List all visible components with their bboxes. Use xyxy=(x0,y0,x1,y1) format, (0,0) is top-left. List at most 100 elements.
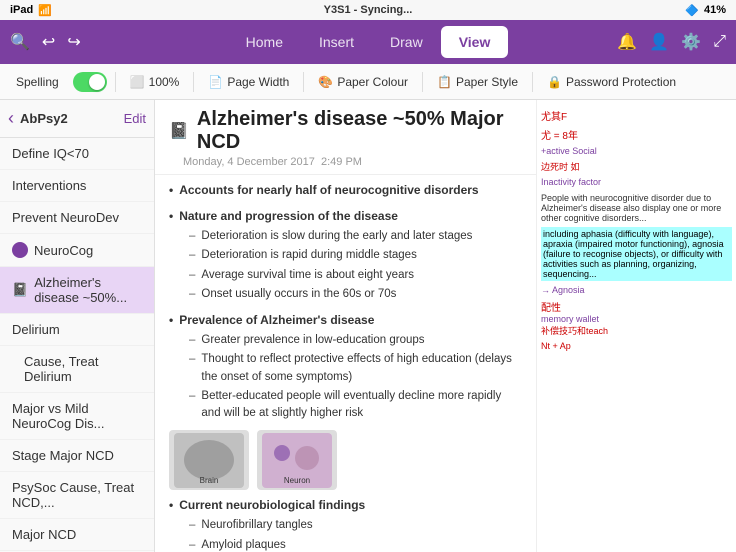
section-3-sub-1: Thought to reflect protective effects of… xyxy=(169,351,522,386)
content-area[interactable]: 📓 Alzheimer's disease ~50% Major NCD Mon… xyxy=(155,100,536,552)
chinese-annotation-1: 尤其F xyxy=(541,108,732,123)
sidebar-back-button[interactable]: ‹ xyxy=(8,108,14,129)
section-4-main: Current neurobiological findings xyxy=(169,496,522,514)
sidebar-item-delirium[interactable]: Delirium xyxy=(0,314,154,346)
svg-text:Brain: Brain xyxy=(200,476,219,485)
status-right: 🔷 41% xyxy=(685,4,726,17)
paper-style-control[interactable]: 📋 Paper Style xyxy=(431,72,524,92)
password-icon: 🔒 xyxy=(547,75,562,89)
page-width-control[interactable]: 📄 Page Width xyxy=(202,72,295,92)
chinese-annotation-3: 边死时 如 xyxy=(541,160,732,173)
nav-tabs: Home Insert Draw View xyxy=(228,26,509,58)
password-control[interactable]: 🔒 Password Protection xyxy=(541,72,682,92)
page-content: 📓 Alzheimer's disease ~50% Major NCD Mon… xyxy=(155,100,536,552)
battery-label: 41% xyxy=(704,4,726,16)
fullscreen-icon[interactable]: ⤢ xyxy=(713,33,726,51)
section-1-main: Accounts for nearly half of neurocogniti… xyxy=(169,181,522,199)
annotation-highlight: including aphasia (difficulty with langu… xyxy=(541,227,732,281)
sidebar-item-major-ncd[interactable]: Major NCD xyxy=(0,519,154,551)
sidebar-item-label: Major vs Mild NeuroCog Dis... xyxy=(12,401,142,431)
sidebar-item-neurocog[interactable]: NeuroCog xyxy=(0,234,154,267)
page-title: Alzheimer's disease ~50% Major NCD xyxy=(197,108,522,154)
toolbar: Spelling ⬜ 100% 📄 Page Width 🎨 Paper Col… xyxy=(0,64,736,100)
sidebar-header: ‹ AbPsy2 Edit xyxy=(0,100,154,138)
brain-image-1: Brain xyxy=(169,430,249,490)
page-title-icon: 📓 xyxy=(169,121,189,141)
section-2-sub-2: Average survival time is about eight yea… xyxy=(169,267,522,284)
chinese-annotation-2: 尤 = 8年 xyxy=(541,127,732,142)
nav-left-icons: 🔍 ↩ ↪ xyxy=(10,32,81,52)
annotation-people: People with neurocognitive disorder due … xyxy=(541,193,732,223)
section-1: Accounts for nearly half of neurocogniti… xyxy=(169,181,522,199)
paper-colour-label: Paper Colour xyxy=(337,75,408,89)
sidebar-item-label: Define IQ<70 xyxy=(12,146,89,161)
sidebar-item-alzheimers[interactable]: 📓 Alzheimer's disease ~50%... xyxy=(0,267,154,314)
status-left: iPad 📶 xyxy=(10,4,52,17)
annotation-agnosia: → Agnosia xyxy=(541,285,732,295)
section-2: Nature and progression of the disease De… xyxy=(169,207,522,303)
sidebar-item-label: Delirium xyxy=(12,322,60,337)
undo-icon[interactable]: ↩ xyxy=(42,32,55,52)
paper-style-label: Paper Style xyxy=(456,75,518,89)
page-width-icon: 📄 xyxy=(208,75,223,89)
section-2-sub-1: Deterioration is rapid during middle sta… xyxy=(169,247,522,264)
section-2-sub-3: Onset usually occurs in the 60s or 70s xyxy=(169,286,522,303)
sidebar-edit-button[interactable]: Edit xyxy=(124,111,146,126)
chinese-annotation-5: 补偿技巧和teach xyxy=(541,324,732,337)
section-3-main: Prevalence of Alzheimer's disease xyxy=(169,311,522,329)
password-label: Password Protection xyxy=(566,75,676,89)
sidebar-item-label: NeuroCog xyxy=(34,243,93,258)
sidebar: ‹ AbPsy2 Edit Define IQ<70 Interventions… xyxy=(0,100,155,552)
status-center-title: Y3S1 - Syncing... xyxy=(324,4,413,16)
bell-icon[interactable]: 🔔 xyxy=(617,32,637,52)
spelling-toggle[interactable] xyxy=(73,72,107,92)
sidebar-item-cause-treat-delirium[interactable]: Cause, Treat Delirium xyxy=(0,346,154,393)
paper-colour-icon: 🎨 xyxy=(318,75,333,89)
page-body: Accounts for nearly half of neurocogniti… xyxy=(155,175,536,552)
tab-home[interactable]: Home xyxy=(228,26,301,58)
tab-insert[interactable]: Insert xyxy=(301,26,372,58)
main-layout: ‹ AbPsy2 Edit Define IQ<70 Interventions… xyxy=(0,100,736,552)
sidebar-item-pysoc-cause[interactable]: PsySoc Cause, Treat NCD,... xyxy=(0,472,154,519)
sidebar-item-label: Stage Major NCD xyxy=(12,448,114,463)
annotation-inactivity: Inactivity factor xyxy=(541,177,732,187)
divider-2 xyxy=(193,72,194,92)
sidebar-item-major-vs-mild[interactable]: Major vs Mild NeuroCog Dis... xyxy=(0,393,154,440)
redo-icon[interactable]: ↪ xyxy=(67,32,80,52)
sidebar-item-define-iq[interactable]: Define IQ<70 xyxy=(0,138,154,170)
zoom-icon: ⬜ xyxy=(130,75,145,89)
section-4: Current neurobiological findings Neurofi… xyxy=(169,496,522,552)
section-2-sub-0: Deterioration is slow during the early a… xyxy=(169,228,522,245)
section-2-main: Nature and progression of the disease xyxy=(169,207,522,225)
gear-icon[interactable]: ⚙️ xyxy=(681,32,701,52)
section-3: Prevalence of Alzheimer's disease Greate… xyxy=(169,311,522,422)
search-icon[interactable]: 🔍 xyxy=(10,32,30,52)
sidebar-item-label: Major NCD xyxy=(12,527,76,542)
page-header: 📓 Alzheimer's disease ~50% Major NCD Mon… xyxy=(155,100,536,175)
tab-draw[interactable]: Draw xyxy=(372,26,441,58)
sidebar-item-interventions[interactable]: Interventions xyxy=(0,170,154,202)
tab-view[interactable]: View xyxy=(441,26,509,58)
divider-1 xyxy=(115,72,116,92)
nav-bar: 🔍 ↩ ↪ Home Insert Draw View 🔔 👤 ⚙️ ⤢ xyxy=(0,20,736,64)
spelling-label: Spelling xyxy=(10,72,65,92)
paper-style-icon: 📋 xyxy=(437,75,452,89)
divider-3 xyxy=(303,72,304,92)
nav-right-icons: 🔔 👤 ⚙️ ⤢ xyxy=(617,32,726,52)
right-annotations: 尤其F 尤 = 8年 +active Social 边死时 如 Inactivi… xyxy=(536,100,736,552)
paper-colour-control[interactable]: 🎨 Paper Colour xyxy=(312,72,414,92)
sidebar-title: AbPsy2 xyxy=(20,111,118,126)
sidebar-item-stage-major-ncd[interactable]: Stage Major NCD xyxy=(0,440,154,472)
annotation-memory-wallet: memory wallet xyxy=(541,314,732,324)
chinese-annotation-6: Nt + Ap xyxy=(541,341,732,351)
person-add-icon[interactable]: 👤 xyxy=(649,32,669,52)
page-width-label: Page Width xyxy=(227,75,289,89)
section-3-sub-0: Greater prevalence in low-education grou… xyxy=(169,332,522,349)
zoom-control[interactable]: ⬜ 100% xyxy=(124,72,186,92)
status-bar: iPad 📶 Y3S1 - Syncing... 🔷 41% xyxy=(0,0,736,20)
notebook-icon: 📓 xyxy=(12,282,28,298)
sidebar-item-label: Cause, Treat Delirium xyxy=(24,354,142,384)
sidebar-item-prevent-neurodev[interactable]: Prevent NeuroDev xyxy=(0,202,154,234)
section-4-sub-0: Neurofibrillary tangles xyxy=(169,517,522,534)
wifi-icon: 📶 xyxy=(38,4,52,17)
